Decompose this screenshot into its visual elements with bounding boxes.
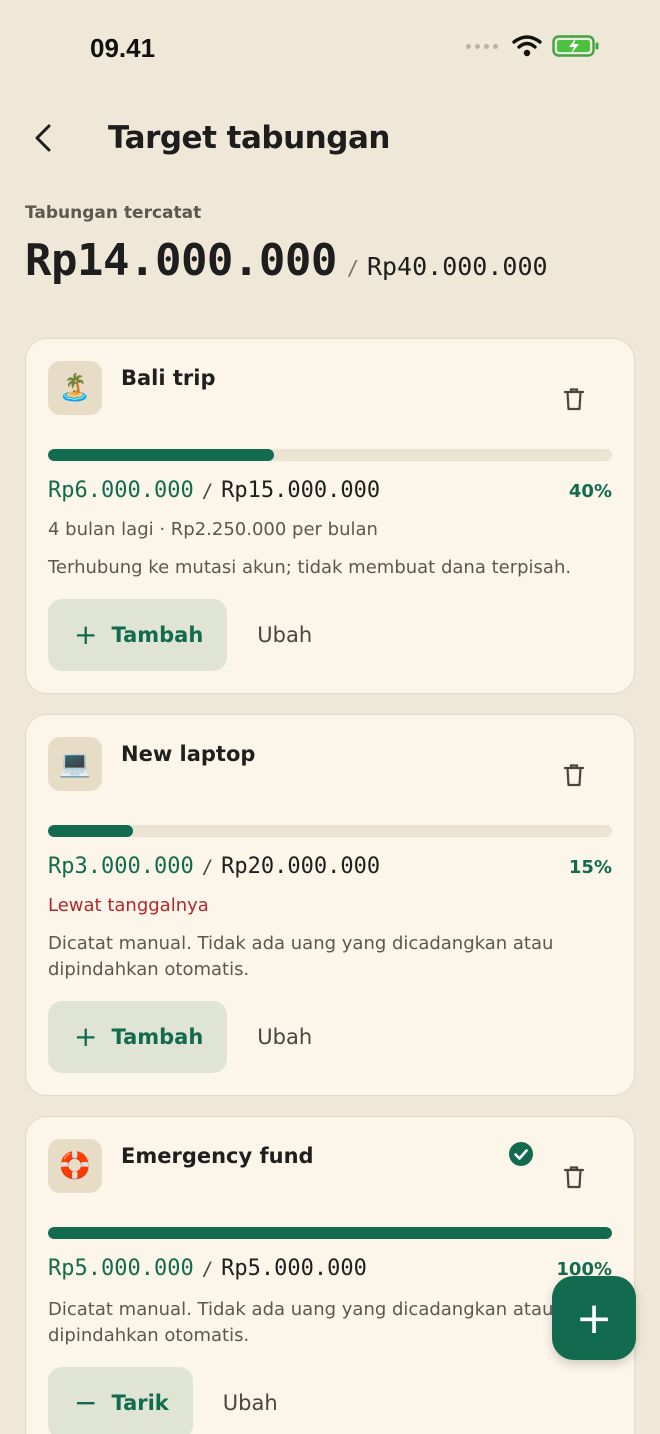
battery-icon (552, 35, 599, 57)
status-icons (466, 34, 600, 58)
target-amount: Rp15.000.000 (221, 478, 381, 503)
summary-label: Tabungan tercatat (25, 203, 202, 223)
delete-button[interactable] (560, 385, 588, 413)
amount-separator: / (201, 856, 214, 878)
summary-separator: / (346, 256, 359, 280)
summary-saved-amount: Rp14.000.000 (25, 235, 337, 286)
goal-card: 🏝️ Bali trip Rp6.000.000 / Rp15.000.000 … (25, 338, 635, 694)
add-funds-label: Tambah (111, 623, 204, 647)
signal-icon (466, 43, 498, 49)
trash-icon (563, 1166, 585, 1189)
lifebuoy-icon: 🛟 (48, 1139, 102, 1193)
goal-note: Dicatat manual. Tidak ada uang yang dica… (48, 933, 554, 980)
plus-icon: + (74, 1020, 98, 1053)
overdue-status: Lewat tanggalnya (48, 895, 209, 916)
status-time: 09.41 (90, 33, 156, 63)
summary-target-amount: Rp40.000.000 (366, 252, 548, 281)
progress-fill (48, 449, 274, 461)
amount-separator: / (201, 1258, 214, 1280)
goal-actions: − Tarik Ubah (48, 1367, 278, 1434)
withdraw-label: Tarik (111, 1391, 169, 1415)
goal-card: 💻 New laptop Rp3.000.000 / Rp20.000.000 … (25, 714, 635, 1096)
withdraw-button[interactable]: − Tarik (48, 1367, 193, 1434)
edit-button[interactable]: Ubah (257, 1025, 312, 1049)
goal-actions: + Tambah Ubah (48, 1001, 312, 1073)
page-title: Target tabungan (108, 120, 390, 156)
target-amount: Rp20.000.000 (221, 854, 381, 879)
amount-separator: / (201, 480, 214, 502)
amount-row: Rp3.000.000 / Rp20.000.000 15% (48, 854, 612, 884)
progress-fill (48, 1227, 612, 1239)
laptop-icon: 💻 (48, 737, 102, 791)
plus-icon: + (74, 618, 98, 651)
minus-icon: − (74, 1386, 98, 1419)
edit-button[interactable]: Ubah (223, 1391, 278, 1415)
completed-check-icon (509, 1142, 533, 1166)
add-goal-fab[interactable]: + (552, 1276, 636, 1360)
saved-amount: Rp6.000.000 (48, 478, 194, 503)
chevron-left-icon (35, 124, 51, 152)
delete-button[interactable] (560, 761, 588, 789)
edit-button[interactable]: Ubah (257, 623, 312, 647)
saved-amount: Rp5.000.000 (48, 1256, 194, 1281)
wifi-icon (512, 35, 542, 57)
saved-amount: Rp3.000.000 (48, 854, 194, 879)
goal-card: 🛟 Emergency fund Rp5.000.000 / Rp5.000.0… (25, 1116, 635, 1434)
app-header: Target tabungan (0, 104, 660, 174)
palm-island-icon: 🏝️ (48, 361, 102, 415)
progress-percent: 15% (568, 857, 612, 878)
add-funds-label: Tambah (111, 1025, 204, 1049)
progress-percent: 40% (568, 481, 612, 502)
trash-icon (563, 388, 585, 411)
goal-name: New laptop (121, 742, 256, 766)
back-button[interactable] (26, 120, 62, 156)
trash-icon (563, 764, 585, 787)
progress-bar (48, 825, 612, 837)
goal-actions: + Tambah Ubah (48, 599, 312, 671)
progress-fill (48, 825, 133, 837)
goal-name: Emergency fund (121, 1144, 314, 1168)
savings-summary: Tabungan tercatat Rp14.000.000 / Rp40.00… (25, 203, 548, 286)
amount-row: Rp5.000.000 / Rp5.000.000 100% (48, 1256, 612, 1286)
goal-name: Bali trip (121, 366, 216, 390)
goal-schedule: 4 bulan lagi · Rp2.250.000 per bulan (48, 519, 378, 540)
goal-note: Dicatat manual. Tidak ada uang yang dica… (48, 1299, 554, 1346)
status-bar: 09.41 (0, 0, 660, 96)
add-funds-button[interactable]: + Tambah (48, 1001, 228, 1073)
amount-row: Rp6.000.000 / Rp15.000.000 40% (48, 478, 612, 508)
target-amount: Rp5.000.000 (221, 1256, 367, 1281)
summary-values: Rp14.000.000 / Rp40.000.000 (25, 235, 548, 286)
delete-button[interactable] (560, 1163, 588, 1191)
plus-icon: + (575, 1292, 613, 1344)
progress-bar (48, 449, 612, 461)
goal-note: Terhubung ke mutasi akun; tidak membuat … (48, 557, 572, 578)
progress-bar (48, 1227, 612, 1239)
add-funds-button[interactable]: + Tambah (48, 599, 228, 671)
